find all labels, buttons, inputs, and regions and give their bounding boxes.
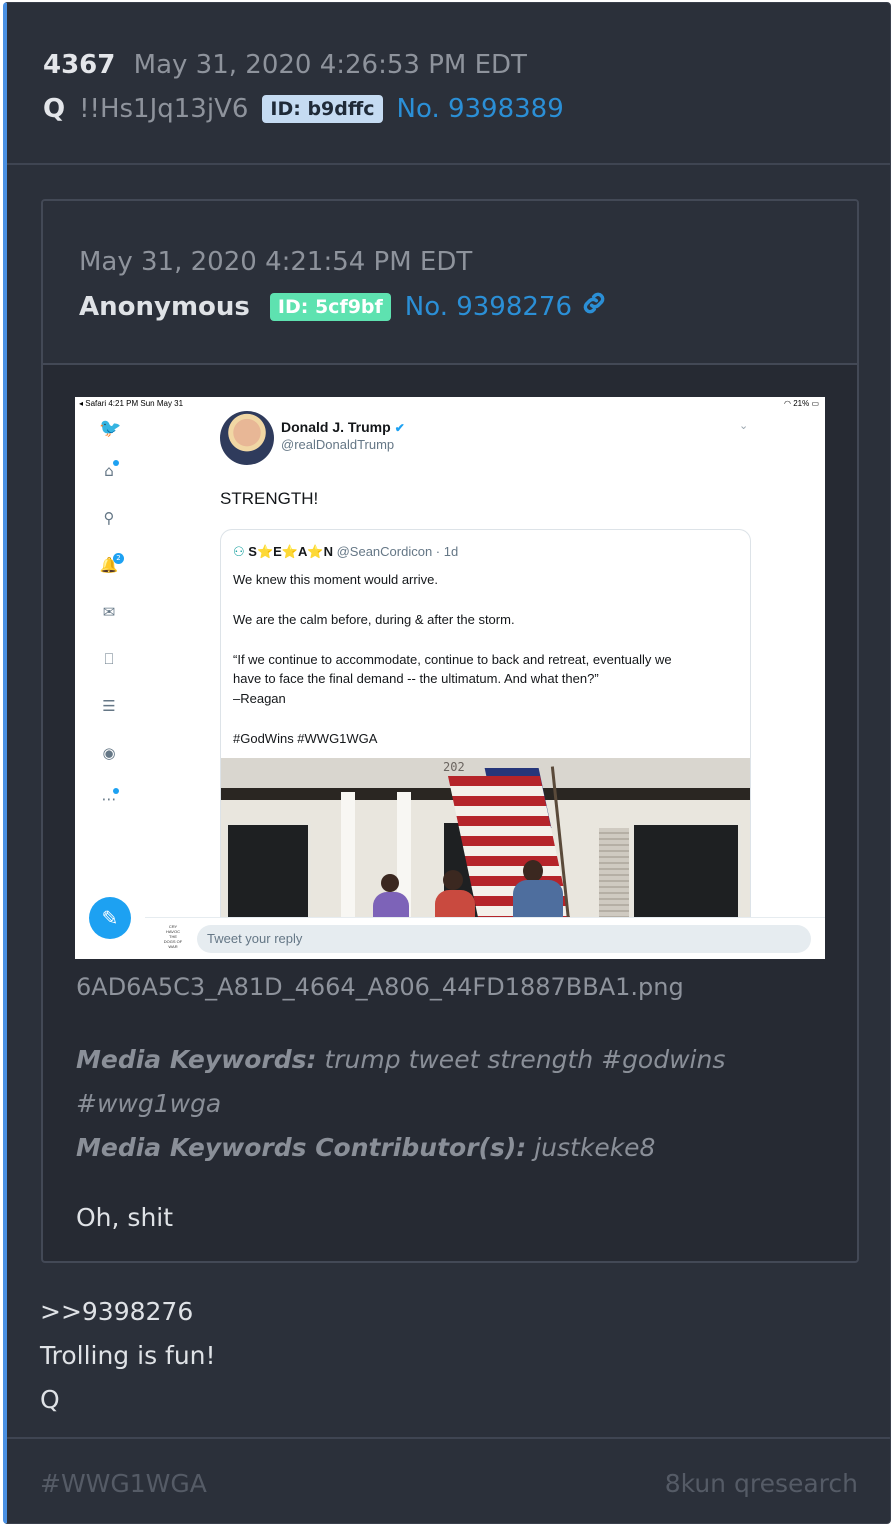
- author-name: Q: [43, 94, 66, 124]
- contributor-value: justkeke8: [534, 1133, 656, 1162]
- profile-avatar-icon: ◉: [102, 744, 116, 762]
- quoted-tweet-author: S⭐E⭐A⭐N: [248, 544, 333, 559]
- battery-icon: ▭: [811, 399, 819, 408]
- footer-hashtag: #WWG1WGA: [40, 1469, 207, 1498]
- post-timestamp: May 31, 2020 4:26:53 PM EDT: [133, 50, 527, 80]
- post-number: 4367: [43, 50, 116, 80]
- ios-status-bar: ◂ Safari 4:21 PM Sun May 31 ◠ 21% ▭: [75, 397, 825, 411]
- person-head: [523, 860, 543, 882]
- sean-avatar-icon: ⚇: [233, 544, 245, 559]
- reply-bar: CRY HAVOC THE DOGS OF WAR Tweet your rep…: [145, 917, 825, 959]
- home-dot-badge: [113, 460, 119, 466]
- house-number: 202: [443, 760, 465, 774]
- more-dot-badge: [113, 788, 119, 794]
- quoted-tweet-header: ⚇ S⭐E⭐A⭐N @SeanCordicon · 1d: [233, 544, 458, 560]
- bookmark-icon: ⎕: [104, 650, 114, 668]
- battery-percent: 21%: [793, 399, 810, 408]
- quoted-post-author-line: Anonymous ID: 5cf9bf No. 9398276: [79, 289, 608, 324]
- post-author-line: Q !!Hs1Jq13jV6 ID: b9dffc No. 9398389: [43, 91, 564, 127]
- reply-profile-logo: CRY HAVOC THE DOGS OF WAR: [163, 924, 183, 949]
- media-keywords-label: Media Keywords:: [76, 1045, 317, 1074]
- media-keywords-value: trump tweet strength #godwins: [324, 1045, 726, 1074]
- link-icon[interactable]: [580, 289, 608, 324]
- quoted-post-header: May 31, 2020 4:21:54 PM EDT Anonymous ID…: [43, 201, 857, 365]
- tripcode: !!Hs1Jq13jV6: [79, 94, 249, 124]
- quoted-tweet-line: have to face the final demand -- the ult…: [233, 671, 599, 686]
- post-body-line: Trolling is fun!: [40, 1341, 216, 1370]
- person-head: [381, 874, 399, 892]
- author-avatar: [220, 411, 274, 465]
- person-head: [443, 870, 463, 890]
- tweet-author-handle: @realDonaldTrump: [281, 437, 395, 452]
- battery-indicator: ◠ 21% ▭: [784, 399, 819, 408]
- post-number-link[interactable]: No. 9398389: [397, 91, 564, 127]
- footer-board-name: 8kun qresearch: [664, 1469, 858, 1498]
- tweet-author-name-text: Donald J. Trump: [281, 419, 391, 435]
- media-keywords-contributor-line: Media Keywords Contributor(s): justkeke8: [76, 1133, 655, 1162]
- verified-badge-icon: ✔: [394, 421, 405, 435]
- post-meta-line: 4367 May 31, 2020 4:26:53 PM EDT: [43, 47, 527, 83]
- quoted-tweet-line: We knew this moment would arrive.: [233, 572, 438, 587]
- compose-tweet-icon: ✎: [89, 897, 131, 939]
- quoted-post: May 31, 2020 4:21:54 PM EDT Anonymous ID…: [41, 199, 859, 1263]
- media-keywords-continued: #wwg1wga: [76, 1089, 222, 1118]
- notification-count-badge: 2: [113, 553, 124, 564]
- list-icon: ☰: [102, 697, 116, 715]
- quoted-post-number-link[interactable]: No. 9398276: [405, 292, 572, 322]
- post-card: 4367 May 31, 2020 4:26:53 PM EDT Q !!Hs1…: [3, 2, 891, 1524]
- quoted-post-body: Oh, shit: [76, 1203, 174, 1232]
- post-footer: #WWG1WGA 8kun qresearch: [7, 1437, 890, 1523]
- chevron-down-icon: ⌄: [739, 419, 749, 432]
- search-icon: ⚲: [103, 509, 115, 527]
- tweet-reply-input: Tweet your reply: [197, 925, 811, 953]
- quoted-author-name: Anonymous: [79, 291, 250, 322]
- tweet-author-name: Donald J. Trump ✔: [281, 419, 405, 435]
- media-keywords-line: Media Keywords: trump tweet strength #go…: [76, 1045, 725, 1074]
- tweet-screenshot-image[interactable]: ◂ Safari 4:21 PM Sun May 31 ◠ 21% ▭ 🐦 ⌂ …: [75, 397, 825, 959]
- mail-icon: ✉: [102, 603, 116, 621]
- post-signature: Q: [40, 1385, 60, 1414]
- quoted-post-timestamp: May 31, 2020 4:21:54 PM EDT: [79, 247, 473, 277]
- quoted-tweet: ⚇ S⭐E⭐A⭐N @SeanCordicon · 1d We knew thi…: [220, 529, 751, 959]
- contributor-label: Media Keywords Contributor(s):: [76, 1133, 527, 1162]
- wifi-icon: ◠: [783, 399, 791, 408]
- reply-reference-link[interactable]: >>9398276: [40, 1297, 193, 1326]
- quoted-tweet-hashtags: #GodWins #WWG1WGA: [233, 731, 378, 746]
- status-left: ◂ Safari 4:21 PM Sun May 31: [79, 399, 184, 408]
- quoted-poster-id-badge[interactable]: ID: 5cf9bf: [269, 292, 391, 321]
- quoted-tweet-handle: @SeanCordicon · 1d: [336, 544, 459, 559]
- poster-id-badge[interactable]: ID: b9dffc: [262, 95, 383, 123]
- image-filename-link[interactable]: 6AD6A5C3_A81D_4664_A806_44FD1887BBA1.png: [76, 973, 684, 1001]
- twitter-bird-icon: 🐦: [99, 418, 122, 439]
- quoted-tweet-line: “If we continue to accommodate, continue…: [233, 652, 672, 667]
- quoted-tweet-line: –Reagan: [233, 691, 286, 706]
- tweet-text: STRENGTH!: [220, 489, 319, 508]
- post-header: 4367 May 31, 2020 4:26:53 PM EDT Q !!Hs1…: [7, 3, 890, 165]
- quoted-tweet-line: We are the calm before, during & after t…: [233, 612, 515, 627]
